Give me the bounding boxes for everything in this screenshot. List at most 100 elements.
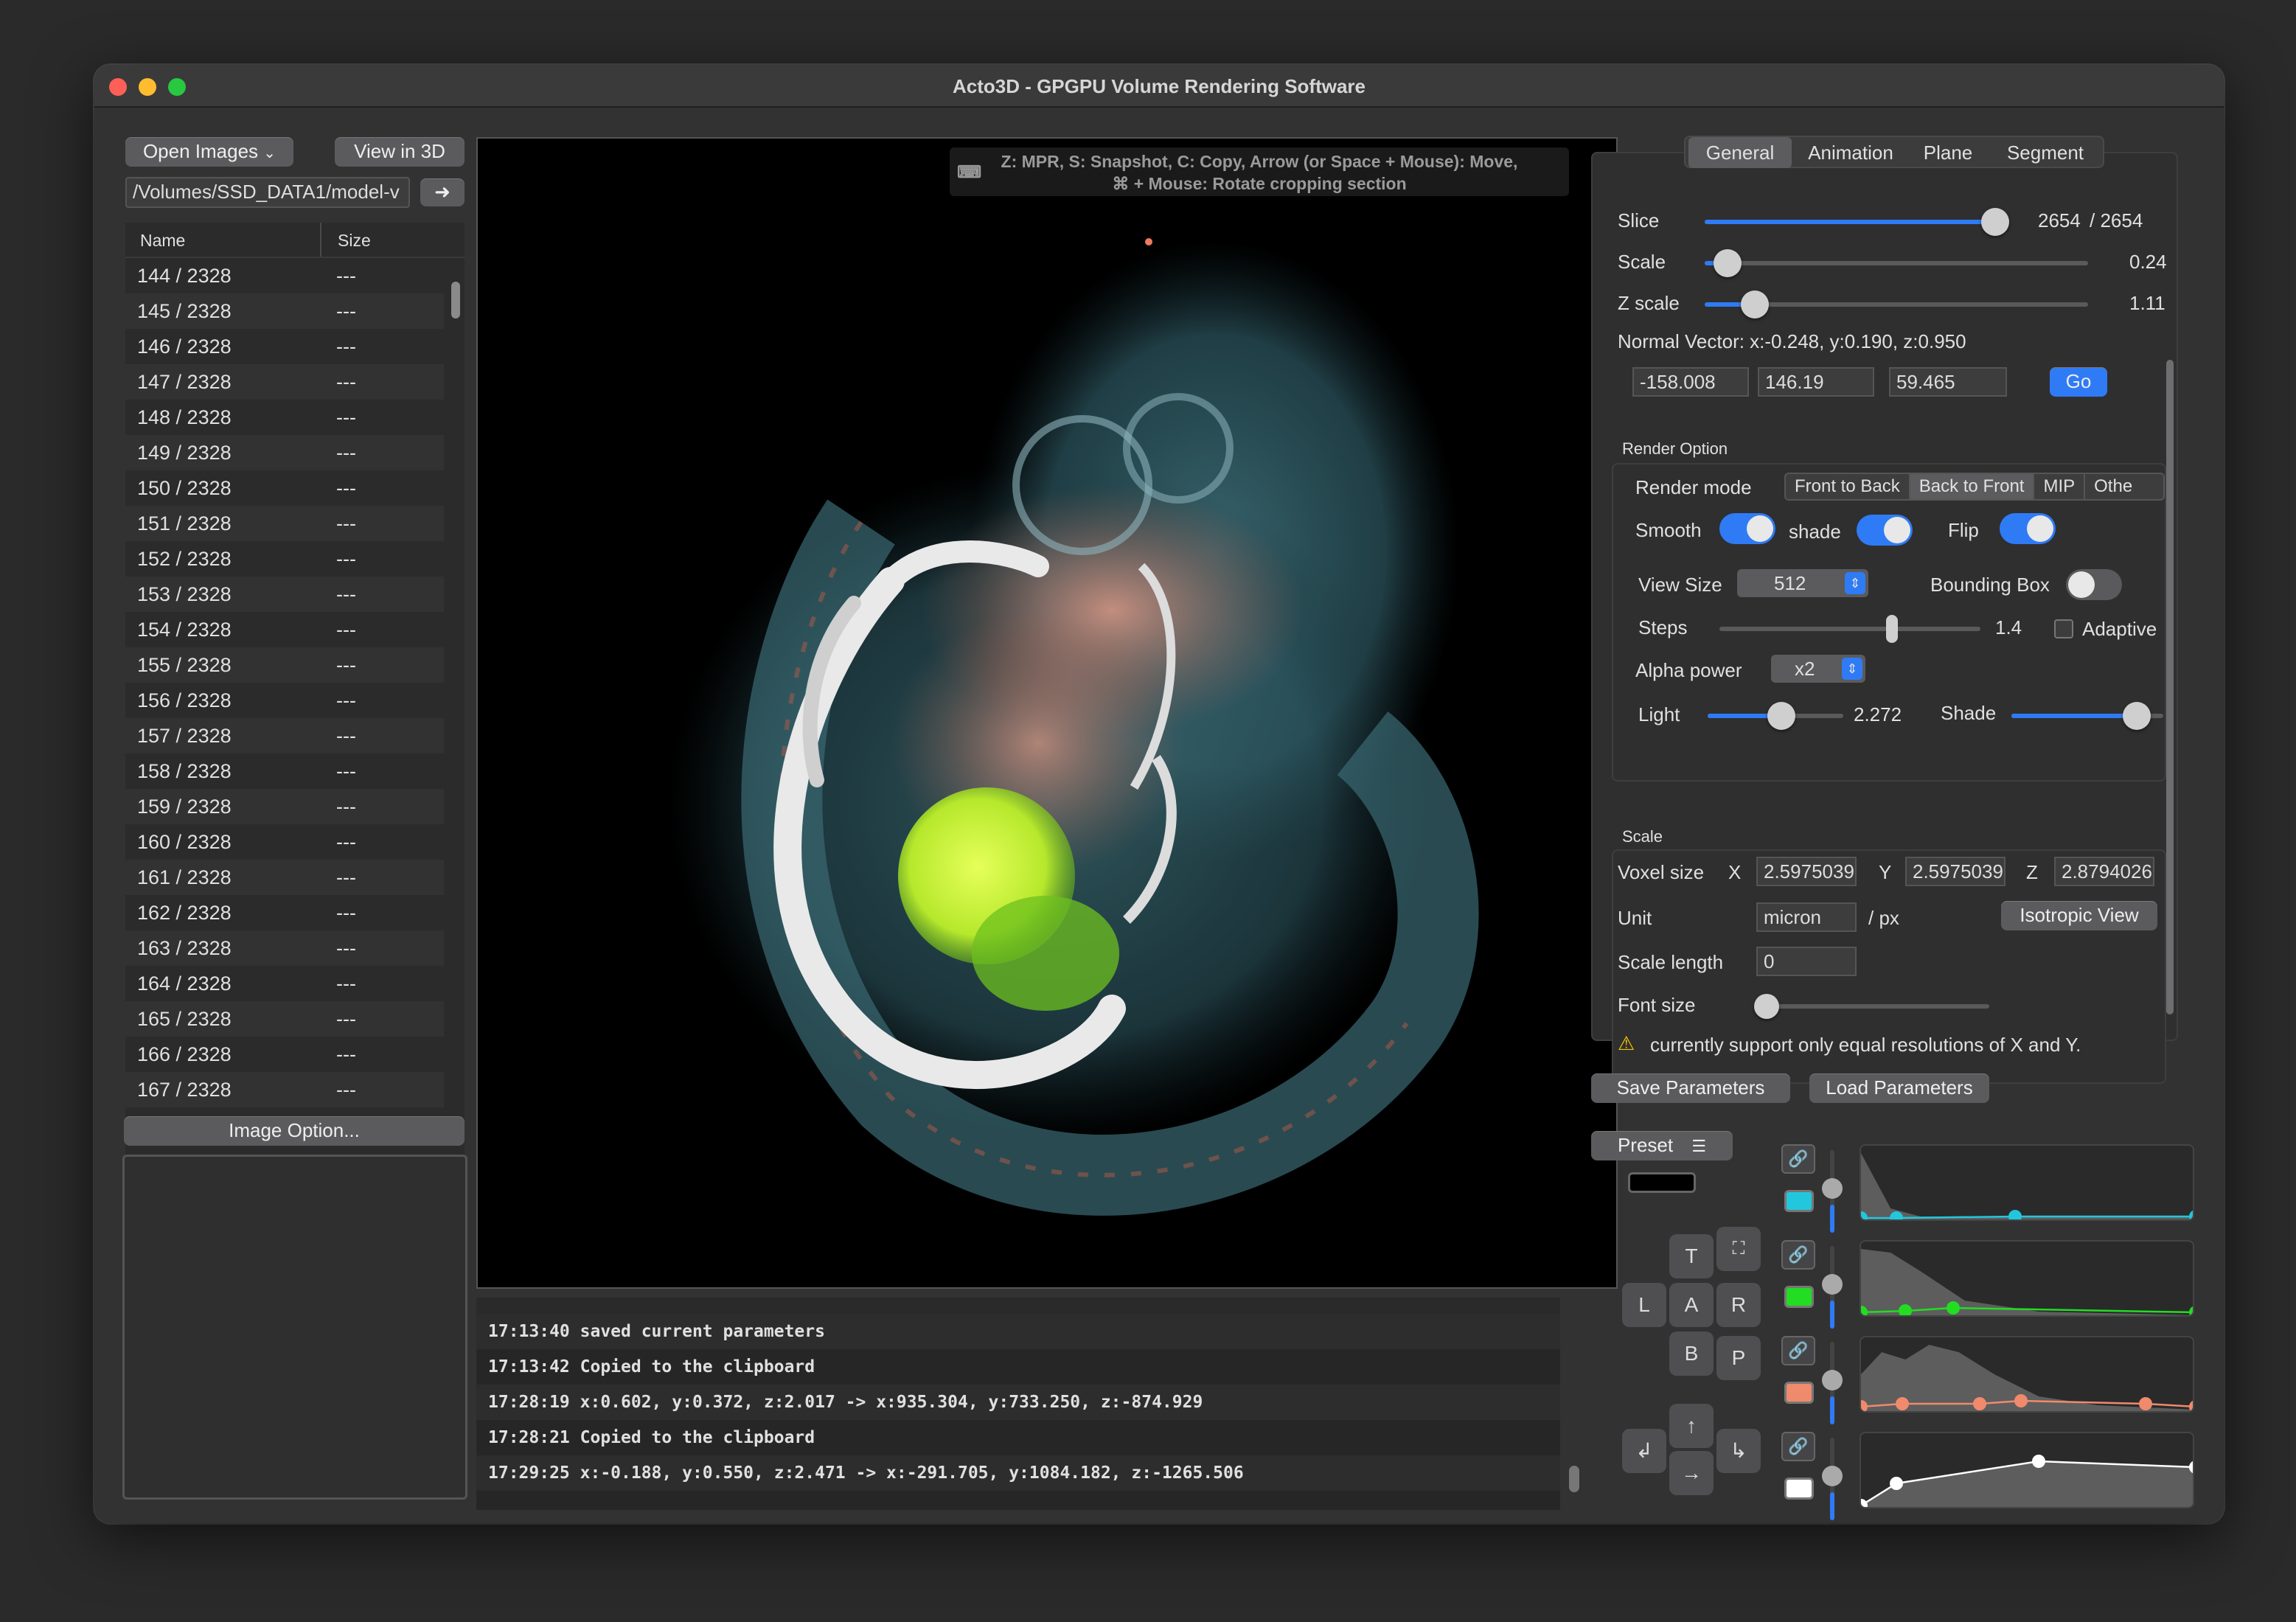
view-posterior-button[interactable]: P bbox=[1716, 1336, 1761, 1380]
channel-opacity-slider[interactable] bbox=[1822, 1342, 1843, 1424]
control-point[interactable] bbox=[2189, 1400, 2193, 1411]
control-point[interactable] bbox=[1946, 1301, 1960, 1315]
font-size-slider[interactable] bbox=[1754, 994, 1989, 1019]
mode-other[interactable]: Othe bbox=[2085, 474, 2141, 499]
arrow-up-icon[interactable]: ↑ bbox=[1669, 1404, 1714, 1448]
volume-viewer[interactable]: ⌨ Z: MPR, S: Snapshot, C: Copy, Arrow (o… bbox=[476, 137, 1618, 1289]
mode-back-to-front[interactable]: Back to Front bbox=[1910, 474, 2035, 499]
slice-slider[interactable] bbox=[1705, 208, 2009, 236]
log-scrollbar[interactable] bbox=[1569, 1466, 1579, 1492]
zscale-slider[interactable] bbox=[1705, 290, 2088, 319]
list-item[interactable]: 146 / 2328 --- bbox=[125, 329, 444, 364]
channel-opacity-slider[interactable] bbox=[1822, 1150, 1843, 1233]
arrow-right-icon[interactable]: → bbox=[1669, 1451, 1714, 1495]
mode-front-to-back[interactable]: Front to Back bbox=[1786, 474, 1910, 499]
coord-x-field[interactable]: -158.008 bbox=[1632, 367, 1749, 397]
transfer-function-graph[interactable] bbox=[1860, 1144, 2194, 1221]
save-parameters-button[interactable]: Save Parameters bbox=[1591, 1073, 1790, 1103]
isotropic-view-button[interactable]: Isotropic View bbox=[2001, 901, 2157, 930]
view-bottom-button[interactable]: B bbox=[1669, 1332, 1714, 1376]
alpha-power-select[interactable]: x2 ⇕ bbox=[1771, 655, 1865, 683]
control-point[interactable] bbox=[2008, 1210, 2022, 1219]
background-color-well[interactable] bbox=[1628, 1172, 1696, 1193]
list-item[interactable]: 155 / 2328 --- bbox=[125, 647, 444, 683]
list-item[interactable]: 147 / 2328 --- bbox=[125, 364, 444, 400]
adaptive-checkbox[interactable] bbox=[2054, 619, 2073, 638]
link-icon[interactable]: 🔗 bbox=[1781, 1240, 1815, 1270]
control-point[interactable] bbox=[1899, 1304, 1913, 1315]
link-icon[interactable]: 🔗 bbox=[1781, 1336, 1815, 1365]
control-point[interactable] bbox=[1890, 1211, 1904, 1219]
view-top-button[interactable]: T bbox=[1669, 1234, 1714, 1278]
view-left-button[interactable]: L bbox=[1622, 1283, 1666, 1327]
coord-y-field[interactable]: 146.19 bbox=[1758, 367, 1874, 397]
shade-toggle[interactable] bbox=[1857, 515, 1913, 546]
image-option-button[interactable]: Image Option... bbox=[124, 1116, 465, 1146]
list-item[interactable]: 148 / 2328 --- bbox=[125, 400, 444, 435]
channel-opacity-slider[interactable] bbox=[1822, 1246, 1843, 1329]
list-item[interactable]: 161 / 2328 --- bbox=[125, 860, 444, 895]
list-item[interactable]: 163 / 2328 --- bbox=[125, 930, 444, 966]
list-item[interactable]: 158 / 2328 --- bbox=[125, 753, 444, 789]
list-item[interactable]: 167 / 2328 --- bbox=[125, 1072, 444, 1107]
view-size-select[interactable]: 512 ⇕ bbox=[1737, 569, 1868, 597]
control-point[interactable] bbox=[2138, 1397, 2152, 1410]
channel-color-well[interactable] bbox=[1784, 1286, 1814, 1308]
control-point[interactable] bbox=[2014, 1394, 2028, 1407]
settings-scrollbar[interactable] bbox=[2166, 360, 2174, 1014]
mode-mip[interactable]: MIP bbox=[2034, 474, 2086, 499]
transfer-function-graph[interactable] bbox=[1860, 1240, 2194, 1317]
rotate-left-icon[interactable]: ↲ bbox=[1622, 1429, 1666, 1473]
coord-z-field[interactable]: 59.465 bbox=[1889, 367, 2007, 397]
load-parameters-button[interactable]: Load Parameters bbox=[1809, 1073, 1989, 1103]
smooth-toggle[interactable] bbox=[1719, 513, 1775, 544]
list-item[interactable]: 152 / 2328 --- bbox=[125, 541, 444, 577]
list-item[interactable]: 144 / 2328 --- bbox=[125, 258, 444, 293]
rotate-right-icon[interactable]: ↳ bbox=[1716, 1429, 1761, 1473]
tab-segment[interactable]: Segment bbox=[1991, 137, 2100, 168]
list-item[interactable]: 150 / 2328 --- bbox=[125, 470, 444, 506]
column-header-name[interactable]: Name bbox=[125, 223, 321, 257]
list-item[interactable]: 162 / 2328 --- bbox=[125, 895, 444, 930]
link-icon[interactable]: 🔗 bbox=[1781, 1144, 1815, 1174]
list-item[interactable]: 153 / 2328 --- bbox=[125, 577, 444, 612]
list-item[interactable]: 164 / 2328 --- bbox=[125, 966, 444, 1001]
transfer-function-graph[interactable] bbox=[1860, 1336, 2194, 1413]
list-item[interactable]: 160 / 2328 --- bbox=[125, 824, 444, 860]
channel-color-well[interactable] bbox=[1784, 1382, 1814, 1404]
go-button[interactable]: Go bbox=[2050, 367, 2107, 397]
tab-plane[interactable]: Plane bbox=[1910, 137, 1986, 168]
list-item[interactable]: 156 / 2328 --- bbox=[125, 683, 444, 718]
control-point[interactable] bbox=[2032, 1455, 2046, 1468]
channel-color-well[interactable] bbox=[1784, 1190, 1814, 1212]
steps-slider[interactable] bbox=[1719, 615, 1980, 643]
channel-opacity-slider[interactable] bbox=[1822, 1438, 1843, 1520]
voxel-z-field[interactable]: 2.8794026 bbox=[2054, 857, 2154, 886]
bounding-box-toggle[interactable] bbox=[2066, 569, 2122, 600]
unit-field[interactable]: micron bbox=[1756, 902, 1857, 932]
list-scrollbar[interactable] bbox=[451, 282, 460, 319]
tab-animation[interactable]: Animation bbox=[1796, 137, 1905, 168]
open-images-button[interactable]: Open Images ⌄ bbox=[125, 137, 293, 167]
list-item[interactable]: 149 / 2328 --- bbox=[125, 435, 444, 470]
transfer-function-graph[interactable] bbox=[1860, 1432, 2194, 1508]
shade-slider[interactable] bbox=[2011, 702, 2163, 730]
list-item[interactable]: 157 / 2328 --- bbox=[125, 718, 444, 753]
preset-button[interactable]: Preset ☰ bbox=[1591, 1131, 1733, 1160]
go-path-button[interactable]: ➜ bbox=[420, 178, 465, 206]
control-point[interactable] bbox=[1972, 1397, 1986, 1410]
channel-color-well[interactable] bbox=[1784, 1477, 1814, 1500]
list-item[interactable]: 151 / 2328 --- bbox=[125, 506, 444, 541]
scale-slider[interactable] bbox=[1705, 249, 2088, 277]
tab-general[interactable]: General bbox=[1688, 137, 1792, 168]
fit-view-icon[interactable]: ⛶ bbox=[1716, 1227, 1761, 1271]
list-item[interactable]: 145 / 2328 --- bbox=[125, 293, 444, 329]
path-field[interactable]: /Volumes/SSD_DATA1/model-v bbox=[125, 177, 410, 208]
list-item[interactable]: 165 / 2328 --- bbox=[125, 1001, 444, 1037]
voxel-y-field[interactable]: 2.5975039 bbox=[1905, 857, 2005, 886]
light-slider[interactable] bbox=[1708, 702, 1843, 730]
view-right-button[interactable]: R bbox=[1716, 1283, 1761, 1327]
list-item[interactable]: 154 / 2328 --- bbox=[125, 612, 444, 647]
list-item[interactable]: 166 / 2328 --- bbox=[125, 1037, 444, 1072]
column-header-size[interactable]: Size bbox=[321, 223, 371, 257]
